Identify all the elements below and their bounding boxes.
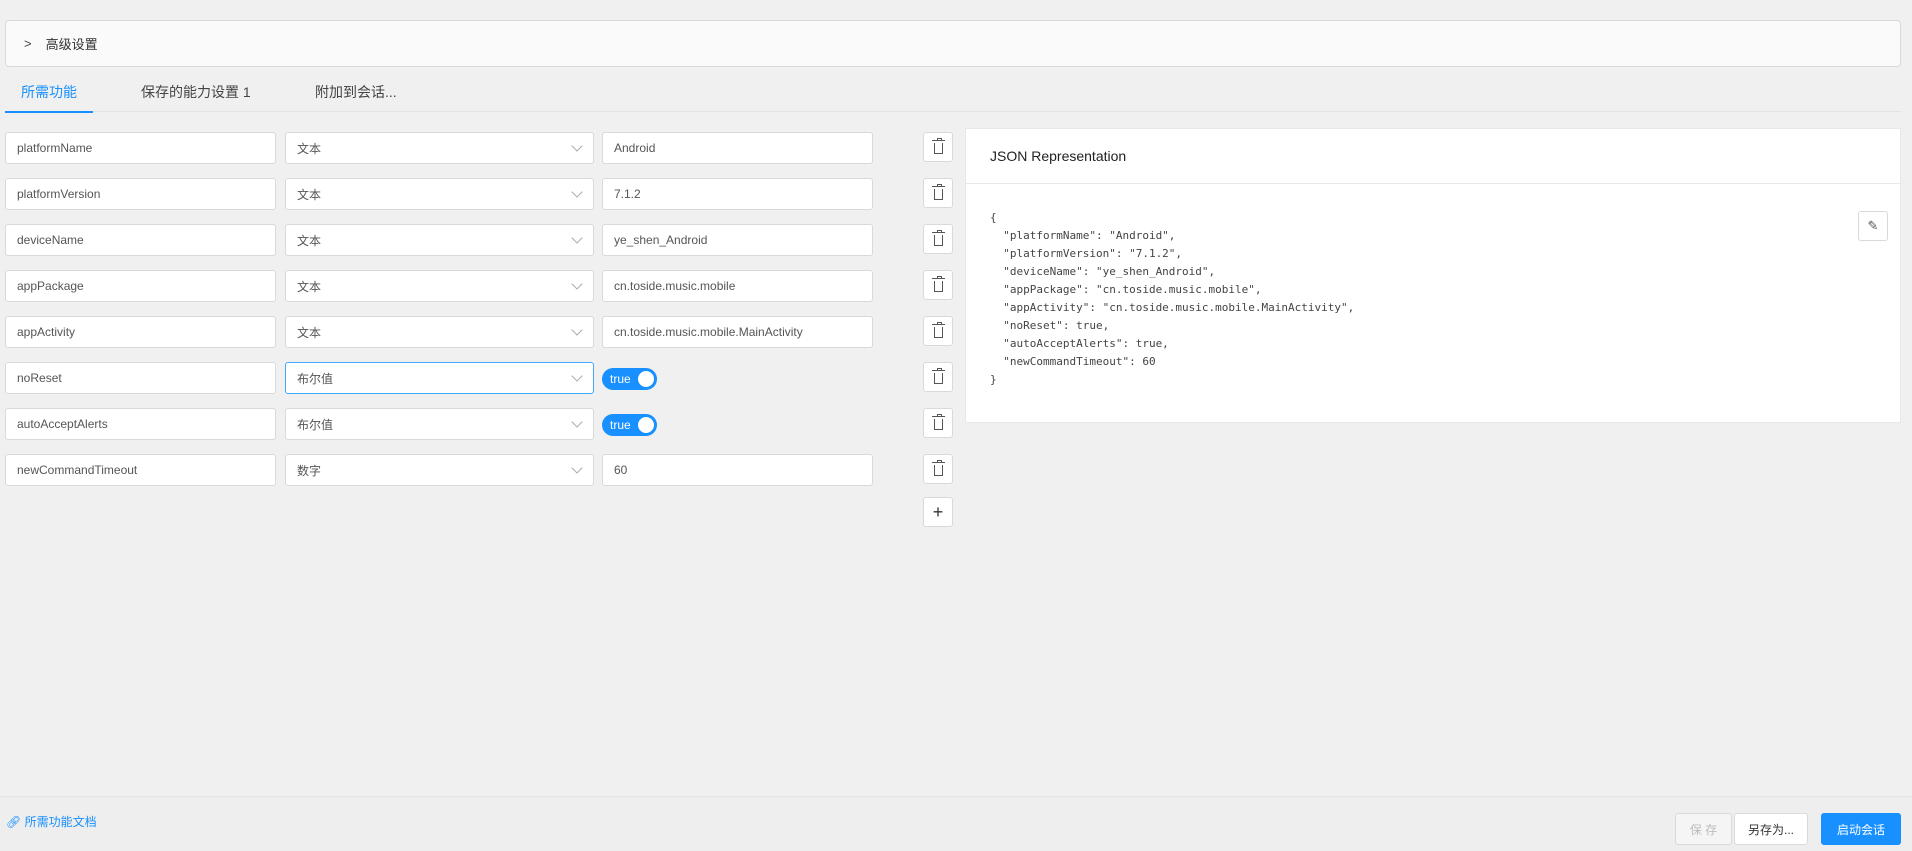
capability-type-select[interactable]: 文本 [285, 224, 594, 256]
capability-value-input[interactable]: cn.toside.music.mobile [602, 270, 873, 302]
delete-capability-button[interactable] [923, 454, 953, 484]
capability-type-label: 文本 [297, 233, 322, 248]
appium-inspector-page: > 高级设置 所需功能 保存的能力设置 1 附加到会话... platformN… [0, 0, 1912, 851]
capability-type-select[interactable]: 文本 [285, 316, 594, 348]
chevron-down-icon [571, 140, 583, 152]
trash-icon [931, 368, 945, 384]
switch-knob [638, 371, 654, 387]
save-button[interactable]: 保 存 [1675, 813, 1732, 845]
capability-value-switch[interactable]: true [602, 414, 657, 436]
chevron-down-icon [571, 370, 583, 382]
trash-icon [931, 276, 945, 292]
save-as-button[interactable]: 另存为... [1734, 813, 1808, 845]
capability-row: appActivity 文本 cn.toside.music.mobile.Ma… [5, 316, 955, 348]
chevron-down-icon [571, 232, 583, 244]
capability-value-input[interactable]: Android [602, 132, 873, 164]
switch-label: true [610, 418, 631, 432]
capability-type-select[interactable]: 布尔值 [285, 362, 594, 394]
delete-capability-button[interactable] [923, 270, 953, 300]
capability-type-label: 文本 [297, 141, 322, 156]
capability-type-select[interactable]: 文本 [285, 132, 594, 164]
capability-type-select[interactable]: 数字 [285, 454, 594, 486]
capability-value-input[interactable]: cn.toside.music.mobile.MainActivity [602, 316, 873, 348]
capability-row: platformVersion 文本 7.1.2 [5, 178, 955, 210]
edit-json-button[interactable]: ✎ [1858, 211, 1888, 241]
capability-row: newCommandTimeout 数字 60 [5, 454, 955, 486]
capability-row: noReset 布尔值 true [5, 362, 955, 394]
chevron-down-icon [571, 278, 583, 290]
capability-name-input[interactable]: platformVersion [5, 178, 276, 210]
chevron-down-icon [571, 324, 583, 336]
delete-capability-button[interactable] [923, 408, 953, 438]
capability-tabs: 所需功能 保存的能力设置 1 附加到会话... [5, 72, 1901, 113]
footer-bar: 🔗︎ 所需功能文档 保 存 另存为... 启动会话 [0, 796, 1912, 851]
capability-row: autoAcceptAlerts 布尔值 true [5, 408, 955, 440]
pencil-icon: ✎ [1867, 218, 1879, 233]
chevron-down-icon [571, 186, 583, 198]
capability-name-input[interactable]: deviceName [5, 224, 276, 256]
capability-type-select[interactable]: 文本 [285, 178, 594, 210]
delete-capability-button[interactable] [923, 132, 953, 162]
trash-icon [931, 230, 945, 246]
capability-name-input[interactable]: autoAcceptAlerts [5, 408, 276, 440]
capability-row: deviceName 文本 ye_shen_Android [5, 224, 955, 256]
capability-type-label: 布尔值 [297, 417, 334, 432]
trash-icon [931, 138, 945, 154]
tab-desired-capabilities[interactable]: 所需功能 [5, 82, 93, 113]
chevron-down-icon [571, 416, 583, 428]
switch-knob [638, 417, 654, 433]
delete-capability-button[interactable] [923, 178, 953, 208]
chevron-down-icon [571, 462, 583, 474]
delete-capability-button[interactable] [923, 362, 953, 392]
delete-capability-button[interactable] [923, 316, 953, 346]
capability-name-input[interactable]: appActivity [5, 316, 276, 348]
capabilities-docs-link[interactable]: 🔗︎ 所需功能文档 [6, 813, 97, 830]
switch-label: true [610, 372, 631, 386]
json-panel-title: JSON Representation [966, 129, 1900, 184]
capability-name-input[interactable]: appPackage [5, 270, 276, 302]
trash-icon [931, 184, 945, 200]
capability-value-input[interactable]: 7.1.2 [602, 178, 873, 210]
capability-value-switch[interactable]: true [602, 368, 657, 390]
capability-value-input[interactable]: ye_shen_Android [602, 224, 873, 256]
chevron-right-icon: > [24, 36, 32, 51]
capability-row: appPackage 文本 cn.toside.music.mobile [5, 270, 955, 302]
capability-name-input[interactable]: platformName [5, 132, 276, 164]
capability-name-input[interactable]: newCommandTimeout [5, 454, 276, 486]
capability-type-label: 文本 [297, 187, 322, 202]
capability-type-label: 布尔值 [297, 371, 334, 386]
trash-icon [931, 460, 945, 476]
capability-type-label: 文本 [297, 279, 322, 294]
capability-type-select[interactable]: 布尔值 [285, 408, 594, 440]
capabilities-docs-label: 所需功能文档 [24, 815, 97, 829]
capability-type-label: 文本 [297, 325, 322, 340]
tab-saved-capability-sets[interactable]: 保存的能力设置 1 [141, 82, 251, 112]
add-capability-button[interactable]: + [923, 497, 953, 527]
link-icon: 🔗︎ [6, 815, 22, 829]
trash-icon [931, 322, 945, 338]
json-representation-panel: JSON Representation { "platformName": "A… [965, 128, 1901, 423]
json-content: { "platformName": "Android", "platformVe… [990, 211, 1355, 386]
capability-type-select[interactable]: 文本 [285, 270, 594, 302]
tab-attach-to-session[interactable]: 附加到会话... [315, 82, 397, 112]
capability-type-label: 数字 [297, 463, 322, 478]
start-session-button[interactable]: 启动会话 [1821, 813, 1901, 845]
capability-row: platformName 文本 Android [5, 132, 955, 164]
advanced-settings-label: 高级设置 [45, 37, 98, 52]
capability-name-input[interactable]: noReset [5, 362, 276, 394]
trash-icon [931, 414, 945, 430]
advanced-settings-toggle[interactable]: > 高级设置 [5, 20, 1901, 67]
delete-capability-button[interactable] [923, 224, 953, 254]
capability-value-input[interactable]: 60 [602, 454, 873, 486]
